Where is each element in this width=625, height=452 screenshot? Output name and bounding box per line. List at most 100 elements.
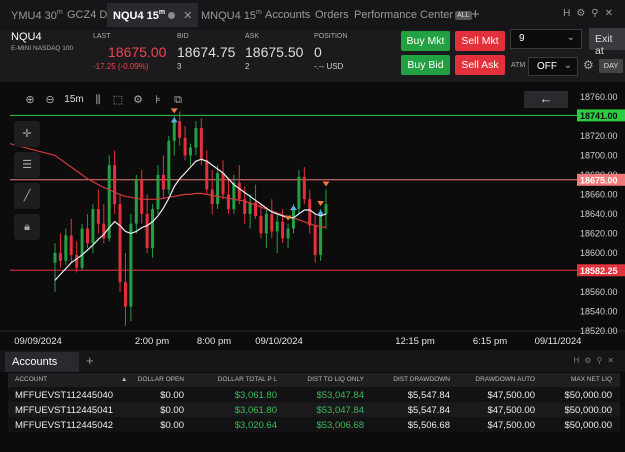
table-cell: $5,547.84 <box>407 390 450 401</box>
tab-gcz4[interactable]: GCZ4 D <box>67 9 107 21</box>
y-tick-label: 18540.00 <box>580 306 618 316</box>
candle-body <box>286 228 290 239</box>
table-cell: MFFUEVST112445040 <box>15 390 114 401</box>
price-tag-label: 18741.00 <box>580 111 618 121</box>
candle-body <box>86 228 90 244</box>
buy-mkt-button[interactable]: Buy Mkt <box>401 31 450 51</box>
price-tag-label: 18582.25 <box>580 266 618 276</box>
table-cell: $0.00 <box>160 420 184 431</box>
column-header[interactable]: DIST DRAWDOWN <box>393 376 450 383</box>
chevron-down-icon: ⌄ <box>563 60 572 71</box>
column-header[interactable]: DIST TO LIQ ONLY <box>307 376 364 383</box>
candle-body <box>221 172 225 195</box>
column-header[interactable]: DOLLAR TOTAL P L <box>218 376 277 383</box>
close-tab-icon[interactable]: ✕ <box>183 10 192 22</box>
templates-icon[interactable]: ⧉ <box>168 91 188 109</box>
zoom-out-icon[interactable]: ⊖ <box>40 91 60 109</box>
help-icon[interactable]: H <box>563 8 576 19</box>
close-icon[interactable]: ✕ <box>605 8 619 19</box>
candle-body <box>308 199 312 226</box>
candle-body <box>210 189 214 205</box>
sell-mkt-button[interactable]: Sell Mkt <box>455 31 505 51</box>
table-body: MFFUEVST112445040 $0.00 $3,061.80 $53,047.8… <box>8 387 620 432</box>
tab-mnqu4[interactable]: MNQU4 15m <box>201 9 262 22</box>
selection-icon[interactable]: ⬚ <box>108 91 128 109</box>
tab-orders[interactable]: Orders <box>315 9 349 21</box>
candle-body <box>183 137 187 156</box>
tab-nqu4[interactable]: NQU4 15m ✕ <box>107 3 199 27</box>
chart-toolbar: ⊕ ⊖ 15m ⫼ ⬚ ⚙ ⊧ ⧉ <box>20 91 188 109</box>
order-list-icon[interactable]: ☰ <box>14 152 40 178</box>
chart-canvas[interactable]: 18760.0018720.0018700.0018680.0018660.00… <box>0 83 625 348</box>
tab-ymu4[interactable]: YMU4 30m <box>11 9 63 22</box>
candle-body <box>172 121 176 141</box>
quantity-select[interactable]: 9 ⌄ <box>510 29 582 49</box>
table-cell: MFFUEVST112445042 <box>15 420 114 431</box>
table-cell: $0.00 <box>160 390 184 401</box>
column-header[interactable]: MAX NET LIQ <box>571 376 612 383</box>
y-tick-label: 18640.00 <box>580 209 618 219</box>
lock-icon[interactable]: 🔒︎ <box>14 214 40 240</box>
gear-icon[interactable]: ⚙ <box>584 356 596 365</box>
column-header[interactable]: DOLLAR OPEN <box>138 376 184 383</box>
crosshair-icon[interactable]: ✛ <box>14 121 40 147</box>
unsaved-dot-icon <box>168 12 176 19</box>
add-panel-tab-icon[interactable]: + <box>86 353 94 368</box>
price-tag-label: 18675.00 <box>580 175 618 185</box>
column-header[interactable]: ACCOUNT ▲ <box>15 376 127 383</box>
quote-symbol: NQU4 <box>11 31 42 43</box>
day-tif-button[interactable]: DAY <box>599 59 623 73</box>
timeframe-button[interactable]: 15m <box>60 91 88 109</box>
gear-icon[interactable]: ⚙ <box>576 8 591 19</box>
table-cell: $5,547.84 <box>407 405 450 416</box>
x-tick-label: 09/11/2024 <box>535 336 582 347</box>
table-row[interactable]: MFFUEVST112445042 $0.00 $3,020.64 $53,006.6… <box>8 417 620 432</box>
candle-body <box>156 174 160 210</box>
exit-at-button[interactable]: Exit at <box>589 28 625 57</box>
table-header: ACCOUNT ▲ DOLLAR OPEN DOLLAR TOTAL P L D… <box>8 373 620 387</box>
scroll-to-latest-button[interactable]: ← <box>524 91 568 108</box>
candle-body <box>226 194 230 210</box>
close-icon[interactable]: ✕ <box>607 356 619 365</box>
indicators-icon[interactable]: ⊧ <box>148 91 168 109</box>
candle-body <box>75 254 79 268</box>
bar-type-icon[interactable]: ⫼ <box>88 91 108 109</box>
chart-settings-icon[interactable]: ⚙ <box>128 91 148 109</box>
buy-bid-button[interactable]: Buy Bid <box>401 55 450 75</box>
help-icon[interactable]: H <box>573 356 584 365</box>
tab-interval: 15 <box>146 10 159 22</box>
add-tab-icon[interactable]: + <box>471 6 480 23</box>
table-row[interactable]: MFFUEVST112445041 $0.00 $3,061.80 $53,047.8… <box>8 402 620 417</box>
column-header[interactable]: DRAWDOWN AUTO <box>475 376 535 383</box>
all-badge: ALL <box>455 11 472 20</box>
price-chart[interactable]: 18760.0018720.0018700.0018680.0018660.00… <box>0 83 625 348</box>
sell-ask-button[interactable]: Sell Ask <box>455 55 505 75</box>
tab-symbol: YMU4 <box>11 10 42 22</box>
tab-accounts-panel[interactable]: Accounts <box>5 352 79 372</box>
tab-interval-unit: m <box>158 9 166 16</box>
link-icon[interactable]: ⚲ <box>591 8 604 19</box>
table-cell: $3,020.64 <box>234 420 277 431</box>
chevron-down-icon: ⌄ <box>566 32 575 43</box>
atm-gear-icon[interactable]: ⚙ <box>583 58 594 72</box>
x-tick-label: 09/09/2024 <box>14 336 62 347</box>
panel-controls: H⚙⚲✕ <box>573 356 619 365</box>
tab-interval-unit: m <box>256 9 262 16</box>
table-cell: $0.00 <box>160 405 184 416</box>
atm-select[interactable]: OFF ⌄ <box>528 57 578 76</box>
y-tick-label: 18660.00 <box>580 189 618 199</box>
y-tick-label: 18760.00 <box>580 92 618 102</box>
tab-symbol: NQU4 <box>113 10 144 22</box>
zoom-in-icon[interactable]: ⊕ <box>20 91 40 109</box>
y-tick-label: 18560.00 <box>580 287 618 297</box>
tab-performance-center[interactable]: Performance Center ALL <box>354 9 472 21</box>
draw-line-icon[interactable]: ╱ <box>14 183 40 209</box>
table-cell: $47,500.00 <box>487 420 535 431</box>
y-tick-label: 18620.00 <box>580 228 618 238</box>
candle-body <box>178 121 182 138</box>
tab-symbol: MNQU4 <box>201 10 241 22</box>
tab-accounts[interactable]: Accounts <box>265 9 310 21</box>
table-row[interactable]: MFFUEVST112445040 $0.00 $3,061.80 $53,047.8… <box>8 387 620 402</box>
link-icon[interactable]: ⚲ <box>596 356 607 365</box>
tab-label: Performance Center <box>354 9 454 21</box>
